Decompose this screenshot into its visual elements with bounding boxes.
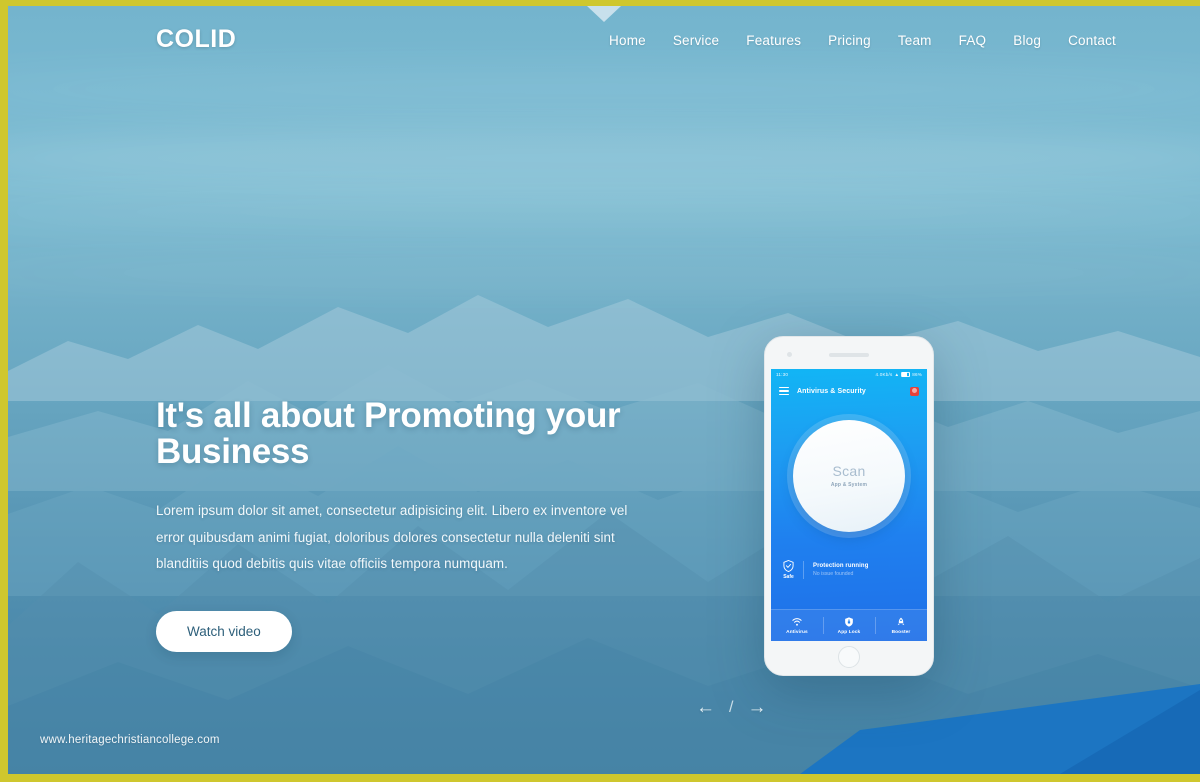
watermark-text: www.heritagechristiancollege.com — [40, 734, 220, 746]
scan-area: Scan App & System — [771, 402, 927, 550]
page-gold-frame: COLID Home Service Features Pricing Team… — [0, 0, 1200, 782]
tab-app-lock-label: App Lock — [837, 629, 861, 635]
nav-item-blog[interactable]: Blog — [1013, 33, 1041, 48]
phone-screen: 11:30 4.0Kb/s ▲ 86% Antivirus & Security… — [771, 369, 927, 641]
battery-icon — [901, 372, 911, 377]
tab-booster[interactable]: Booster — [875, 610, 927, 641]
slider-prev-arrow-icon[interactable]: ← — [696, 698, 715, 717]
shield-check-icon — [783, 560, 794, 572]
watch-video-button[interactable]: Watch video — [156, 611, 292, 653]
phone-tab-bar: Antivirus App Lock Booster — [771, 609, 927, 641]
tab-antivirus[interactable]: Antivirus — [771, 610, 823, 641]
phone-status-bar: 11:30 4.0Kb/s ▲ 86% — [771, 369, 927, 380]
safe-shield-indicator: Safe — [783, 560, 794, 580]
scan-label: Scan — [832, 463, 866, 479]
protection-status-row: Safe Protection running No issue founded — [771, 550, 927, 590]
hero-description: Lorem ipsum dolor sit amet, consectetur … — [156, 502, 628, 572]
phone-home-button[interactable] — [838, 646, 860, 668]
cloud-band-lower — [8, 258, 1200, 288]
nav-item-contact[interactable]: Contact — [1068, 33, 1116, 48]
nav-item-pricing[interactable]: Pricing — [828, 33, 871, 48]
cloud-band-upper — [8, 126, 1200, 190]
tab-booster-label: Booster — [891, 629, 911, 635]
safe-label: Safe — [783, 574, 794, 580]
shield-lock-icon — [845, 616, 853, 627]
tab-antivirus-label: Antivirus — [786, 629, 808, 635]
rocket-icon — [897, 617, 905, 625]
app-bar-title: Antivirus & Security — [797, 387, 866, 395]
nav-menu: Home Service Features Pricing Team FAQ B… — [609, 33, 1116, 48]
phone-earpiece — [829, 353, 869, 357]
slider-divider: / — [729, 698, 734, 716]
status-indicators: 4.0Kb/s ▲ 86% — [875, 372, 922, 377]
phone-body: 11:30 4.0Kb/s ▲ 86% Antivirus & Security… — [764, 336, 934, 676]
decorative-angle-shape — [800, 684, 1200, 774]
wifi-icon — [792, 617, 802, 626]
hero-title: It's all about Promoting your Business — [156, 396, 621, 472]
phone-mockup: 11:30 4.0Kb/s ▲ 86% Antivirus & Security… — [764, 336, 934, 676]
alert-badge-icon[interactable] — [910, 386, 919, 396]
nav-item-service[interactable]: Service — [673, 33, 719, 48]
status-divider — [803, 561, 804, 579]
slider-next-arrow-icon[interactable]: → — [747, 698, 766, 717]
cloud-band-mid — [8, 192, 1200, 232]
slider-navigation: ← / → — [696, 698, 766, 717]
protection-status-texts: Protection running No issue founded — [813, 563, 868, 577]
tab-app-lock[interactable]: App Lock — [823, 610, 875, 641]
chevron-down-icon[interactable] — [587, 6, 621, 22]
cloud-band-top — [8, 66, 1200, 112]
nav-item-features[interactable]: Features — [746, 33, 801, 48]
status-time: 11:30 — [776, 372, 789, 377]
scan-button[interactable]: Scan App & System — [793, 420, 905, 532]
hero-copy-block: It's all about Promoting your Business L… — [156, 396, 656, 653]
protection-subtitle: No issue founded — [813, 571, 854, 577]
battery-percent: 86% — [912, 372, 922, 377]
nav-item-faq[interactable]: FAQ — [959, 33, 987, 48]
nav-item-team[interactable]: Team — [898, 33, 932, 48]
status-carrier: 4.0Kb/s — [875, 372, 893, 377]
nav-item-home[interactable]: Home — [609, 33, 646, 48]
hero-section: COLID Home Service Features Pricing Team… — [8, 6, 1200, 774]
hamburger-icon[interactable] — [779, 386, 789, 396]
phone-camera-icon — [787, 352, 792, 357]
phone-app-bar: Antivirus & Security — [771, 380, 927, 402]
wifi-icon: ▲ — [894, 372, 900, 377]
scan-sublabel: App & System — [830, 482, 868, 488]
protection-title: Protection running — [813, 563, 869, 569]
brand-logo[interactable]: COLID — [156, 25, 236, 54]
mountain-ridge-far — [8, 221, 1200, 401]
